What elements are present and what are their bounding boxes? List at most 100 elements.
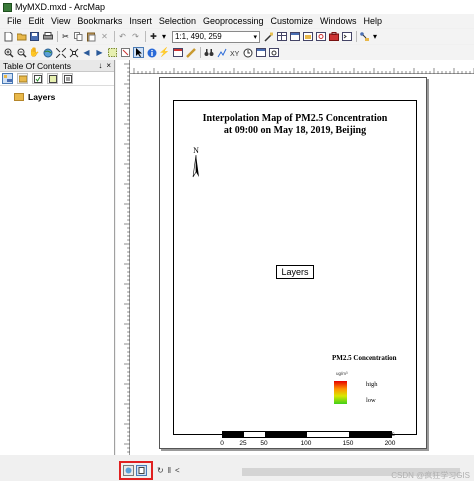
scale-bar-label: 25	[239, 440, 247, 447]
toolbar-separator	[200, 47, 201, 58]
open-folder-icon[interactable]	[16, 31, 27, 42]
legend-color-ramp	[334, 381, 347, 404]
add-data-icon[interactable]: ✚	[148, 31, 159, 42]
toc-layer-label: Layers	[28, 92, 56, 102]
editor-icon[interactable]	[263, 31, 274, 42]
fixed-zoom-out-icon[interactable]	[68, 47, 79, 58]
horizontal-ruler	[130, 60, 474, 74]
table-of-contents: Table Of Contents ↓ × Layers	[0, 60, 115, 455]
back-extent-icon[interactable]: ◀	[81, 47, 92, 58]
legend-unit: ug/m³	[336, 371, 348, 376]
list-by-drawing-order-icon[interactable]	[2, 73, 13, 84]
legend-high-label: high	[366, 381, 378, 388]
map-neatline[interactable]: Interpolation Map of PM2.5 Concentration…	[173, 100, 417, 447]
data-view-button[interactable]	[123, 465, 134, 476]
python-icon[interactable]	[341, 31, 352, 42]
toc-options-icon[interactable]	[62, 73, 73, 84]
cut-icon[interactable]: ✂	[60, 31, 71, 42]
search-window-icon[interactable]	[315, 31, 326, 42]
north-arrow-icon	[192, 154, 199, 178]
fixed-zoom-in-icon[interactable]	[55, 47, 66, 58]
zoom-in-icon[interactable]	[3, 47, 14, 58]
list-by-source-icon[interactable]	[17, 73, 28, 84]
pan-icon[interactable]: ✋	[29, 47, 40, 58]
measure-icon[interactable]	[185, 47, 196, 58]
scale-bar-label: 150	[342, 440, 354, 447]
scale-bar-label: 200	[384, 440, 396, 447]
menu-geoprocessing[interactable]: Geoprocessing	[200, 16, 267, 26]
toolbar-separator	[145, 31, 146, 42]
standard-toolbar: ✂ ✕ ↶ ↷ ✚ ▾ 1:1, 490, 259 ▾ ▾	[0, 29, 474, 44]
scale-bar-label: 50	[260, 440, 268, 447]
scroll-left-icon[interactable]: <	[175, 466, 180, 475]
map-title-line2: at 09:00 on May 18, 2019, Beijing	[223, 125, 367, 136]
hyperlink-icon[interactable]: ⚡	[159, 47, 170, 58]
identify-icon[interactable]	[146, 47, 157, 58]
close-icon[interactable]: ×	[106, 61, 111, 70]
toc-window-icon[interactable]	[289, 31, 300, 42]
menu-insert[interactable]: Insert	[126, 16, 155, 26]
paste-icon[interactable]	[86, 31, 97, 42]
modelbuilder-icon[interactable]	[359, 31, 370, 42]
window-title: MyMXD.mxd - ArcMap	[15, 2, 106, 12]
html-popup-icon[interactable]	[172, 47, 183, 58]
delete-icon[interactable]: ✕	[99, 31, 110, 42]
save-icon[interactable]	[29, 31, 40, 42]
data-frame-label[interactable]: Layers	[276, 265, 314, 279]
find-route-icon[interactable]	[216, 47, 227, 58]
full-extent-icon[interactable]	[42, 47, 53, 58]
north-arrow-label: N	[193, 146, 199, 155]
tools-toolbar: ✋ ◀ ▶ ⚡ XY	[0, 45, 474, 60]
find-icon[interactable]	[203, 47, 214, 58]
layout-view-canvas[interactable]: Interpolation Map of PM2.5 Concentration…	[130, 74, 474, 455]
magnifier-icon[interactable]	[268, 47, 279, 58]
list-by-selection-icon[interactable]	[47, 73, 58, 84]
arctoolbox-icon[interactable]	[328, 31, 339, 42]
menu-help[interactable]: Help	[361, 16, 386, 26]
table-icon[interactable]	[276, 31, 287, 42]
menu-selection[interactable]: Selection	[156, 16, 199, 26]
chevron-down-icon[interactable]: ▾	[161, 31, 167, 42]
layout-view-button[interactable]	[136, 465, 147, 476]
redo-icon[interactable]: ↷	[130, 31, 141, 42]
catalog-icon[interactable]	[302, 31, 313, 42]
copy-icon[interactable]	[73, 31, 84, 42]
list-by-visibility-icon[interactable]	[32, 73, 43, 84]
refresh-icon[interactable]: ↻	[157, 466, 164, 475]
scale-bar-label: 100	[300, 440, 312, 447]
print-icon[interactable]	[42, 31, 53, 42]
menu-edit[interactable]: Edit	[26, 16, 48, 26]
new-document-icon[interactable]	[3, 31, 14, 42]
viewer-window-icon[interactable]	[255, 47, 266, 58]
layers-folder-icon	[14, 93, 24, 101]
vertical-ruler	[116, 60, 130, 455]
menu-file[interactable]: File	[4, 16, 25, 26]
clear-selection-icon[interactable]	[120, 47, 131, 58]
toolbar-separator	[114, 31, 115, 42]
legend-low-label: low	[366, 397, 376, 404]
select-features-icon[interactable]	[107, 47, 118, 58]
menu-bar: File Edit View Bookmarks Insert Selectio…	[0, 14, 474, 28]
pause-icon[interactable]: ‖	[168, 466, 171, 475]
map-title[interactable]: Interpolation Map of PM2.5 Concentration…	[174, 113, 416, 137]
toolbar-separator	[57, 31, 58, 42]
zoom-out-icon[interactable]	[16, 47, 27, 58]
map-scale-dropdown[interactable]: 1:1, 490, 259 ▾	[172, 30, 260, 43]
undo-icon[interactable]: ↶	[117, 31, 128, 42]
go-to-xy-icon[interactable]: XY	[229, 47, 240, 58]
menu-bookmarks[interactable]: Bookmarks	[74, 16, 125, 26]
toc-layer-item[interactable]: Layers	[14, 92, 114, 102]
map-scale-value: 1:1, 490, 259	[175, 32, 222, 41]
menu-windows[interactable]: Windows	[317, 16, 360, 26]
pin-icon[interactable]: ↓	[98, 61, 102, 70]
view-switch-highlight	[119, 461, 153, 480]
menu-customize[interactable]: Customize	[268, 16, 317, 26]
menu-view[interactable]: View	[48, 16, 73, 26]
time-slider-icon[interactable]	[242, 47, 253, 58]
forward-extent-icon[interactable]: ▶	[94, 47, 105, 58]
chevron-down-icon[interactable]: ▾	[372, 31, 378, 42]
globe-icon	[125, 467, 132, 474]
select-elements-icon[interactable]	[133, 47, 144, 58]
north-arrow[interactable]: N	[190, 146, 202, 180]
layout-page[interactable]: Interpolation Map of PM2.5 Concentration…	[159, 77, 427, 449]
